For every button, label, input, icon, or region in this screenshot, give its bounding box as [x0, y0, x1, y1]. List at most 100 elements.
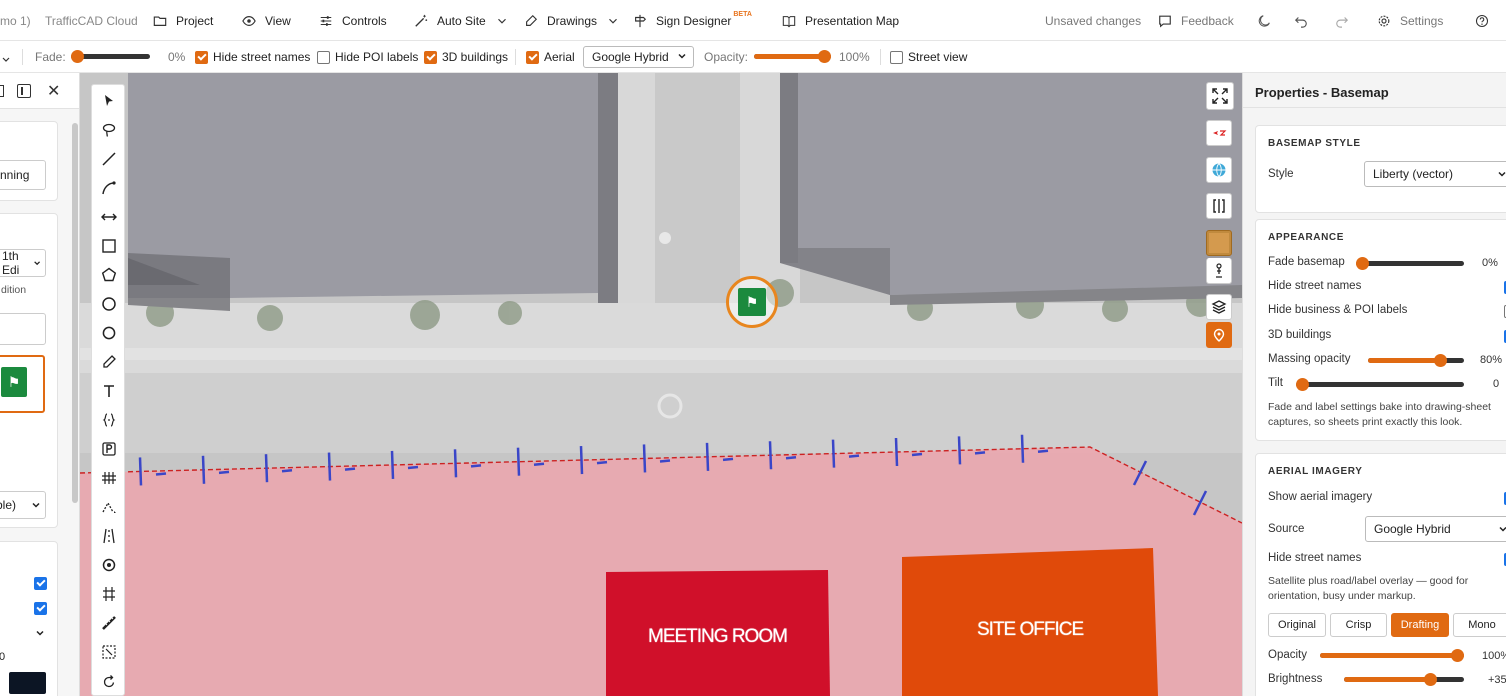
aerial-thumbnail-button[interactable] [1206, 230, 1232, 256]
globe-button[interactable] [1206, 157, 1232, 183]
path-tool[interactable] [92, 495, 126, 519]
3d-buildings-checkbox[interactable] [424, 50, 437, 64]
hide-street-names-toggle[interactable]: Hide street names [195, 41, 310, 73]
scrollbar-thumb[interactable] [72, 123, 78, 503]
circle-tool[interactable] [92, 292, 126, 316]
rectangle-tool[interactable] [92, 234, 126, 258]
parking-tool[interactable] [92, 437, 126, 461]
hide-street-names-checkbox[interactable] [195, 50, 208, 64]
aerial-note: Satellite plus road/label overlay — good… [1268, 575, 1469, 602]
tilt-slider-knob[interactable] [1296, 378, 1309, 391]
menu-auto-site[interactable]: Auto Site [413, 0, 510, 41]
menu-presentation-map[interactable]: Presentation Map [781, 0, 899, 41]
brightness-slider[interactable] [1344, 673, 1464, 686]
massing-opacity-slider-knob[interactable] [1434, 354, 1448, 367]
measure-tool[interactable] [92, 611, 126, 635]
panel-icon[interactable] [0, 85, 4, 97]
redo-button[interactable] [1334, 0, 1350, 41]
fence-segment [1037, 449, 1049, 453]
fade-basemap-slider-knob[interactable] [1356, 257, 1369, 270]
street-view-checkbox[interactable] [890, 50, 903, 64]
opacity-slider-knob[interactable] [818, 50, 831, 63]
edition-select[interactable]: 1th Edi [0, 249, 46, 277]
aerial-checkbox[interactable] [526, 50, 539, 64]
mode-mono-button[interactable]: Mono [1453, 613, 1506, 637]
brightness-slider-knob[interactable] [1424, 673, 1437, 686]
mode-drafting-button[interactable]: Drafting [1391, 613, 1449, 637]
ellipse-tool[interactable] [92, 321, 126, 345]
chevron-down-icon [1498, 171, 1506, 177]
menu-drawings[interactable]: Drawings [523, 0, 621, 41]
mode-crisp-button[interactable]: Crisp [1330, 613, 1387, 637]
menu-controls[interactable]: Controls [318, 0, 387, 41]
layers-button[interactable] [1206, 294, 1232, 320]
collapse-panel-icon[interactable] [17, 84, 31, 98]
aerial-opacity-slider-knob[interactable] [1451, 649, 1464, 662]
fade-slider-knob[interactable] [71, 50, 84, 63]
planning-button[interactable]: nning [0, 160, 46, 190]
hatch-tool[interactable] [92, 466, 126, 490]
select-tool[interactable] [92, 89, 126, 113]
opacity-slider[interactable] [754, 50, 831, 63]
split-view-button[interactable] [1206, 193, 1232, 219]
color-swatch[interactable] [9, 672, 46, 694]
chevron-down-icon[interactable] [2, 53, 10, 62]
street-view-toggle[interactable]: Street view [890, 41, 967, 73]
chevron-down-icon[interactable] [35, 628, 45, 638]
curve-tool[interactable] [92, 176, 126, 200]
pencil-tool[interactable] [92, 350, 126, 374]
close-icon[interactable]: ✕ [47, 81, 60, 101]
appearance-section: APPEARANCE Fade basemap 0% Hide street n… [1255, 219, 1506, 441]
assembly-point-marker[interactable]: ⚑ [726, 276, 778, 328]
target-tool[interactable] [92, 553, 126, 577]
search-input[interactable] [0, 313, 46, 345]
left-option-checkbox-1[interactable] [34, 577, 47, 590]
fade-slider[interactable] [71, 50, 150, 63]
north-arrow-button[interactable] [1206, 120, 1232, 146]
fullscreen-button[interactable] [1206, 82, 1234, 110]
hide-poi-labels-checkbox[interactable] [317, 50, 330, 64]
menu-sign-designer[interactable]: Sign Designer BETA [632, 0, 752, 41]
basemap-style-button[interactable] [1206, 322, 1232, 348]
selected-sign-tile[interactable]: ⚑ [0, 355, 45, 413]
fade-basemap-slider[interactable] [1356, 257, 1464, 270]
undo-button[interactable] [1293, 0, 1309, 41]
settings-button[interactable]: Settings [1376, 0, 1443, 41]
aerial-source-select[interactable]: Google Hybrid [1365, 516, 1506, 542]
pegman-button[interactable] [1206, 258, 1232, 284]
3d-buildings-toggle[interactable]: 3D buildings [424, 41, 508, 73]
marquee-tool[interactable] [92, 640, 126, 664]
help-button[interactable] [1474, 0, 1490, 41]
feedback-button[interactable]: Feedback [1157, 0, 1234, 41]
text-tool[interactable] [92, 379, 126, 403]
pegman-icon [1216, 262, 1222, 278]
eye-icon [241, 13, 257, 29]
line-tool[interactable] [92, 147, 126, 171]
theme-toggle-button[interactable] [1257, 0, 1273, 41]
left-option-checkbox-2[interactable] [34, 602, 47, 615]
aerial-source-select[interactable]: Google Hybrid [583, 46, 694, 68]
dimension-tool[interactable] [92, 205, 126, 229]
menu-view[interactable]: View [241, 0, 291, 41]
rail-tool[interactable] [92, 582, 126, 606]
road-tool[interactable] [92, 524, 126, 548]
app-name[interactable]: TrafficCAD Cloud [45, 14, 138, 28]
polygon-tool[interactable] [92, 263, 126, 287]
path-icon [102, 501, 116, 513]
menu-project[interactable]: Project [152, 0, 213, 41]
left-card-1: nning [0, 121, 58, 201]
aerial-opacity-slider[interactable] [1320, 649, 1464, 662]
lasso-tool[interactable] [92, 118, 126, 142]
variable-tool[interactable] [92, 408, 126, 432]
rotate-tool[interactable] [92, 669, 126, 693]
basemap-style-select[interactable]: Liberty (vector) [1364, 161, 1506, 187]
hide-poi-labels-toggle[interactable]: Hide POI labels [317, 41, 418, 73]
document-title-fragment[interactable]: mo 1) [0, 14, 31, 28]
aerial-toggle[interactable]: Aerial [526, 41, 575, 73]
tilt-slider[interactable] [1296, 378, 1464, 391]
option-select[interactable]: ble) [0, 491, 46, 519]
massing-opacity-slider[interactable] [1368, 354, 1464, 367]
mode-original-button[interactable]: Original [1268, 613, 1326, 637]
map-canvas[interactable]: MEETING ROOM SITE OFFICE ⚑ [80, 73, 1242, 696]
compass-icon [1213, 130, 1227, 136]
